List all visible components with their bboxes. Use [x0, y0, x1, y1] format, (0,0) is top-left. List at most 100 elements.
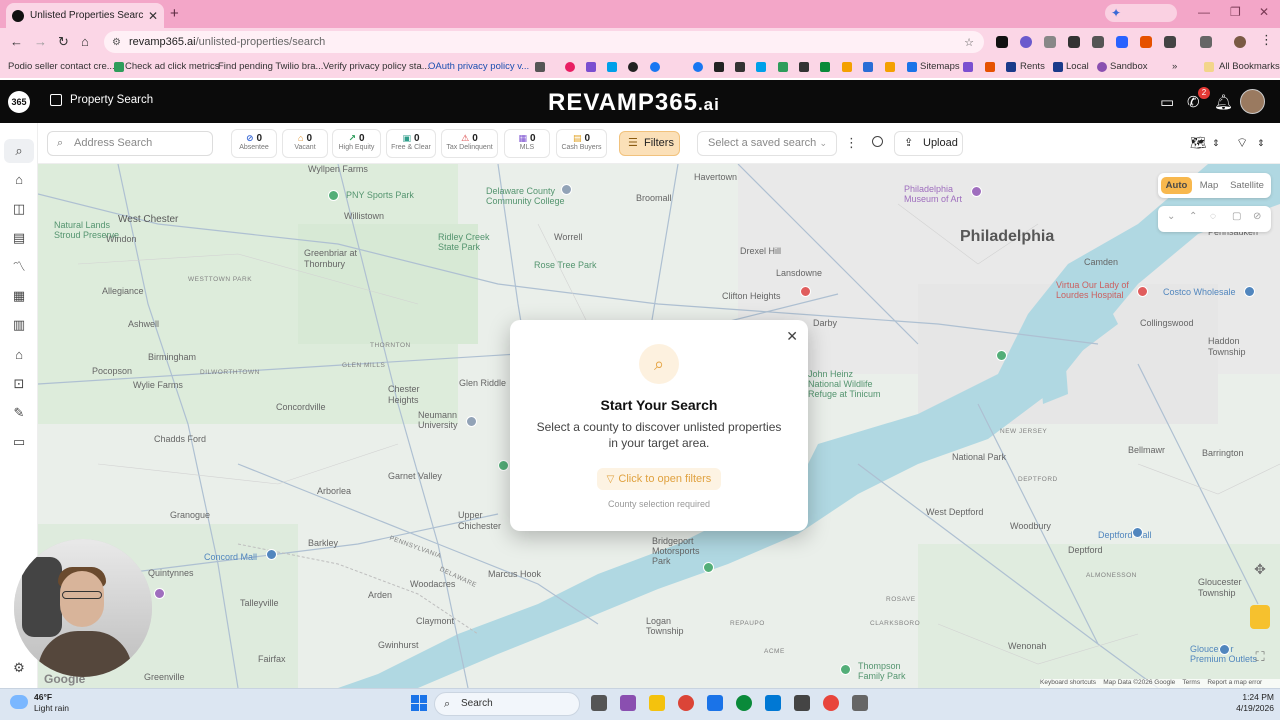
- bookmark-favicon-icon[interactable]: [885, 62, 895, 72]
- bookmark-favicon-icon[interactable]: [586, 62, 596, 72]
- book-icon[interactable]: ▭: [10, 433, 28, 451]
- app-icon[interactable]: [794, 695, 810, 711]
- robot-icon[interactable]: ⊡: [10, 375, 28, 393]
- high-equity-filter-chip[interactable]: ↗ 0 High Equity: [332, 129, 381, 158]
- bookmark-item[interactable]: Podio seller contact cre...: [8, 61, 115, 72]
- shopping-bag-icon[interactable]: ◫: [10, 200, 28, 218]
- extension-icon[interactable]: [1020, 36, 1032, 48]
- bookmark-favicon-icon[interactable]: [963, 62, 973, 72]
- bookmark-favicon-icon[interactable]: [735, 62, 745, 72]
- back-icon[interactable]: ←: [10, 34, 23, 49]
- extension-icon[interactable]: [1116, 36, 1128, 48]
- bell-icon[interactable]: 🔔︎: [1214, 93, 1233, 111]
- bar-chart-icon[interactable]: ▥: [10, 316, 28, 334]
- bookmark-item[interactable]: Find pending Twilio bra...: [218, 61, 323, 72]
- minimize-icon[interactable]: —: [1198, 5, 1210, 19]
- bookmark-favicon-icon[interactable]: [565, 62, 575, 72]
- copilot-icon[interactable]: [620, 695, 636, 711]
- wand-icon[interactable]: ✎: [10, 404, 28, 422]
- open-filters-button[interactable]: ▽ Click to open filters: [597, 468, 721, 490]
- facebook-icon[interactable]: [693, 62, 703, 72]
- taskbar-search-box[interactable]: ⌕ Search: [434, 692, 580, 716]
- chrome-icon[interactable]: [823, 695, 839, 711]
- saved-search-select[interactable]: Select a saved search ⌄: [697, 131, 837, 156]
- messages-icon[interactable]: ▭: [1160, 93, 1174, 111]
- search-map-icon[interactable]: ⌕: [10, 142, 28, 160]
- map-draw-icon[interactable]: ⌔: [1236, 135, 1248, 151]
- extension-icon[interactable]: [1140, 36, 1152, 48]
- bookmark-item[interactable]: Sitemaps: [920, 61, 960, 72]
- file-explorer-icon[interactable]: [649, 695, 665, 711]
- bookmark-favicon-icon[interactable]: [714, 62, 724, 72]
- system-clock[interactable]: 1:24 PM 4/19/2026: [1224, 692, 1274, 714]
- bookmark-favicon-icon[interactable]: [799, 62, 809, 72]
- user-avatar[interactable]: [1240, 89, 1265, 114]
- bookmark-favicon-icon[interactable]: [863, 62, 873, 72]
- bookmark-star-icon[interactable]: ☆: [964, 36, 974, 49]
- settings-app-icon[interactable]: [707, 695, 723, 711]
- site-info-icon[interactable]: ⚙: [112, 37, 121, 48]
- facebook-icon[interactable]: [650, 62, 660, 72]
- app-logo-button[interactable]: 365: [8, 91, 30, 113]
- upload-button[interactable]: ⇪ Upload: [894, 131, 963, 156]
- chrome-icon[interactable]: [678, 695, 694, 711]
- cash-buyers-filter-chip[interactable]: ▤ 0 Cash Buyers: [556, 129, 607, 158]
- side-panel-icon[interactable]: [1200, 36, 1212, 48]
- settings-icon[interactable]: ⚙: [10, 659, 28, 677]
- outlook-icon[interactable]: [765, 695, 781, 711]
- mls-filter-chip[interactable]: ▦ 0 MLS: [504, 129, 550, 158]
- absentee-filter-chip[interactable]: ⊘ 0 Absentee: [231, 129, 277, 158]
- window-close-icon[interactable]: ✕: [1259, 5, 1269, 19]
- bookmark-favicon-icon[interactable]: [842, 62, 852, 72]
- profile-avatar-icon[interactable]: [1234, 36, 1246, 48]
- bookmark-item[interactable]: All Bookmarks: [1219, 61, 1280, 72]
- extensions-puzzle-icon[interactable]: [1164, 36, 1176, 48]
- bookmark-favicon-icon[interactable]: [820, 62, 830, 72]
- apps-grid-icon[interactable]: [535, 62, 545, 72]
- vacant-filter-chip[interactable]: ⌂ 0 Vacant: [282, 129, 328, 158]
- address-search-input[interactable]: ⌕ Address Search: [47, 131, 213, 156]
- chevron-updown-icon[interactable]: ⇕: [1212, 138, 1220, 149]
- extension-icon[interactable]: [996, 36, 1008, 48]
- bookmark-item[interactable]: Local: [1066, 61, 1089, 72]
- map-layers-icon[interactable]: 🗺︎: [1190, 135, 1207, 151]
- extension-icon[interactable]: [1068, 36, 1080, 48]
- extension-icon[interactable]: [1092, 36, 1104, 48]
- filters-button[interactable]: ☰ Filters: [619, 131, 680, 156]
- address-bar[interactable]: ⚙ revamp365.ai /unlisted-properties/sear…: [104, 31, 984, 53]
- app-icon[interactable]: [736, 695, 752, 711]
- windows-start-icon[interactable]: [411, 695, 427, 711]
- bookmark-favicon-icon[interactable]: [607, 62, 617, 72]
- reload-icon[interactable]: ↻: [58, 34, 69, 50]
- bookmark-favicon-icon[interactable]: [778, 62, 788, 72]
- mic-extension-icon[interactable]: [1044, 36, 1056, 48]
- history-clock-icon[interactable]: [872, 136, 883, 147]
- close-icon[interactable]: ✕: [786, 328, 798, 345]
- forward-icon[interactable]: →: [34, 34, 47, 49]
- calendar-icon[interactable]: ▦: [10, 287, 28, 305]
- maximize-icon[interactable]: ❐: [1230, 5, 1241, 19]
- document-icon[interactable]: ▤: [10, 229, 28, 247]
- task-view-icon[interactable]: [591, 695, 607, 711]
- bookmark-item[interactable]: Verify privacy policy sta...: [323, 61, 430, 72]
- home-icon[interactable]: ⌂: [81, 34, 89, 49]
- trend-chart-icon[interactable]: 〽: [10, 258, 28, 276]
- more-options-icon[interactable]: ⋮: [845, 135, 858, 151]
- bookmark-item[interactable]: Rents: [1020, 61, 1045, 72]
- bookmarks-overflow-icon[interactable]: »: [1172, 61, 1177, 72]
- bookmark-item[interactable]: Check ad click metrics: [125, 61, 220, 72]
- new-tab-icon[interactable]: +: [170, 5, 179, 22]
- bookmark-favicon-icon[interactable]: [628, 62, 638, 72]
- bookmark-favicon-icon[interactable]: [756, 62, 766, 72]
- tax-delinquent-filter-chip[interactable]: ⚠ 0 Tax Delinquent: [441, 129, 498, 158]
- home-icon[interactable]: ⌂: [10, 171, 28, 189]
- bookmark-item[interactable]: Sandbox: [1110, 61, 1148, 72]
- app-icon[interactable]: [852, 695, 868, 711]
- house-gear-icon[interactable]: ⌂: [10, 346, 28, 364]
- bookmark-favicon-icon[interactable]: [985, 62, 995, 72]
- browser-menu-icon[interactable]: ⋮: [1260, 32, 1273, 48]
- ai-assistant-button[interactable]: ✦: [1105, 4, 1177, 22]
- sidebar-toggle-icon[interactable]: [50, 94, 62, 106]
- bookmark-item[interactable]: OAuth privacy policy v...: [428, 61, 529, 72]
- close-tab-icon[interactable]: ✕: [148, 9, 158, 23]
